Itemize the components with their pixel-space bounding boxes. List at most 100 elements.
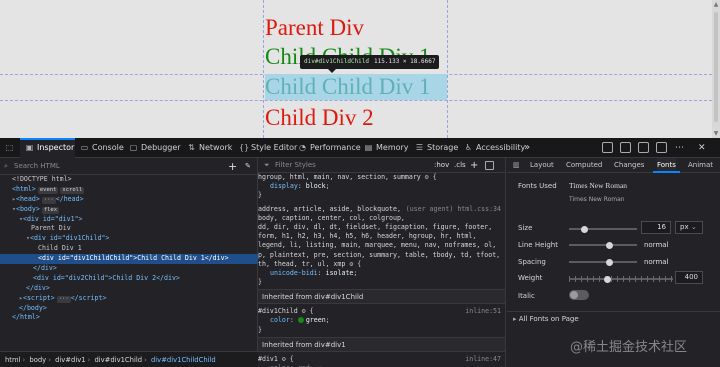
- inherited-header: Inherited from div#div1Child: [258, 289, 505, 305]
- scroll-up-icon[interactable]: ▲: [713, 1, 719, 8]
- tab-storage[interactable]: ☰ Storage: [415, 138, 458, 158]
- tab-computed[interactable]: Computed: [566, 158, 602, 173]
- tree-node-close-body[interactable]: </body>: [0, 304, 258, 314]
- flex-badge[interactable]: flex: [41, 206, 60, 214]
- filter-styles-input[interactable]: Filter Styles: [275, 158, 316, 173]
- add-rule-button[interactable]: +: [470, 158, 478, 173]
- scroll-badge[interactable]: scroll: [60, 186, 85, 194]
- chevron-down-icon: ⌄: [690, 223, 697, 231]
- tree-node-div1[interactable]: ▾<div id="div1">: [0, 215, 258, 225]
- tab-animations[interactable]: Animat: [688, 158, 713, 173]
- gear-icon[interactable]: ⚙: [302, 307, 306, 315]
- spacing-slider[interactable]: [569, 258, 637, 266]
- tree-node-close-html[interactable]: </html>: [0, 313, 258, 323]
- declaration[interactable]: unicode-bidi: isolate;: [258, 269, 505, 278]
- breadcrumb-item[interactable]: body: [29, 356, 46, 364]
- line-height-label: Line Height: [518, 241, 558, 249]
- options-menu-button[interactable]: ⋯: [675, 138, 684, 158]
- tab-accessibility[interactable]: ♿ Accessibility: [464, 138, 525, 158]
- responsive-mode-icon[interactable]: [602, 142, 613, 153]
- search-html-input[interactable]: Search HTML: [14, 158, 60, 175]
- tree-node-div2child[interactable]: <div id="div2Child">Child Div 2</div>: [0, 274, 258, 284]
- element-picker-button[interactable]: ⬚: [5, 138, 17, 158]
- breadcrumb-item-current[interactable]: div#div1ChildChild: [151, 356, 216, 364]
- line-height-slider[interactable]: [569, 241, 637, 249]
- rule-selector: body, caption, center, col, colgroup,: [258, 213, 405, 222]
- rule-source-link[interactable]: inline:47: [465, 355, 501, 364]
- tab-layout[interactable]: Layout: [530, 158, 554, 173]
- tree-node-script[interactable]: ▸<script> ··· </script>: [0, 294, 258, 304]
- gear-icon[interactable]: ⚙: [349, 260, 353, 268]
- size-slider[interactable]: [569, 225, 637, 233]
- tree-text-node[interactable]: Child Div 1: [0, 244, 258, 254]
- performance-icon: ◔: [299, 143, 306, 152]
- declaration[interactable]: color: green;: [258, 316, 505, 325]
- inspector-icon: ▣: [25, 143, 34, 152]
- tab-style-editor[interactable]: {} Style Editor: [239, 138, 297, 158]
- weight-slider[interactable]: [569, 275, 673, 283]
- size-input[interactable]: 16: [641, 221, 671, 234]
- search-icon: ⌕: [4, 162, 8, 170]
- tree-text-node[interactable]: Parent Div: [0, 224, 258, 234]
- font-source-name: Times New Roman: [569, 196, 625, 203]
- slider-knob[interactable]: [606, 258, 613, 266]
- slider-knob[interactable]: [606, 241, 613, 249]
- tab-fonts[interactable]: Fonts: [653, 158, 680, 173]
- dock-icon[interactable]: [656, 142, 667, 153]
- hover-state-button[interactable]: :hov: [434, 158, 449, 173]
- tree-node-doctype[interactable]: <!DOCTYPE html>: [0, 175, 258, 185]
- tree-node-div1childchild-selected[interactable]: <div id="div1ChildChild">Child Child Div…: [0, 254, 258, 265]
- gear-icon[interactable]: ⚙: [282, 355, 286, 363]
- tab-label: Accessibility: [476, 143, 526, 152]
- settings-icon[interactable]: [638, 142, 649, 153]
- eyedropper-icon[interactable]: ✎: [245, 158, 251, 175]
- close-devtools-button[interactable]: ✕: [698, 138, 706, 158]
- tab-label: Storage: [427, 143, 459, 152]
- slider-knob[interactable]: [604, 275, 611, 283]
- add-node-button[interactable]: +: [228, 158, 237, 175]
- declaration[interactable]: display: block;: [258, 182, 505, 191]
- accessibility-icon: ♿: [464, 143, 473, 152]
- more-tools-button[interactable]: »: [524, 138, 530, 158]
- tab-label: Style Editor: [251, 143, 298, 152]
- all-fonts-section[interactable]: ▸ All Fonts on Page: [507, 311, 720, 325]
- guide-line-vertical: [263, 0, 264, 138]
- screenshot-icon[interactable]: [620, 142, 631, 153]
- tree-node-close-div[interactable]: </div>: [0, 284, 258, 294]
- scroll-thumb[interactable]: [714, 12, 718, 122]
- tab-changes[interactable]: Changes: [614, 158, 644, 173]
- tree-node-div1child[interactable]: ▾<div id="div1Child">: [0, 234, 258, 244]
- print-simulation-icon[interactable]: [485, 161, 494, 170]
- scroll-down-icon[interactable]: ▼: [713, 130, 719, 137]
- tab-label: Console: [92, 143, 124, 152]
- tab-debugger[interactable]: ▢ Debugger: [129, 138, 181, 158]
- color-swatch[interactable]: [297, 317, 304, 324]
- breadcrumb: html › body › div#div1 › div#div1Child › div…: [0, 351, 258, 367]
- tab-performance[interactable]: ◔ Performance: [298, 138, 361, 158]
- tree-node-close-div[interactable]: </div>: [0, 264, 258, 274]
- rule-source-link[interactable]: (user agent) html.css:34: [406, 205, 501, 214]
- breadcrumb-item[interactable]: html: [5, 356, 20, 364]
- rule-source-link[interactable]: inline:51: [465, 307, 501, 316]
- page-scrollbar[interactable]: ▲ ▼: [712, 0, 720, 138]
- guide-line-vertical: [447, 0, 448, 138]
- tab-memory[interactable]: ▤ Memory: [364, 138, 409, 158]
- tree-node-body[interactable]: ▾<body> flex: [0, 205, 258, 215]
- tab-console[interactable]: ▭ Console: [80, 138, 124, 158]
- slider-knob[interactable]: [581, 225, 588, 233]
- size-unit-select[interactable]: px ⌄: [675, 221, 703, 234]
- tab-network[interactable]: ⇅ Network: [187, 138, 232, 158]
- italic-toggle[interactable]: [569, 290, 589, 300]
- rule-selector: form, h1, h2, h3, h4, h5, h6, header, hg…: [258, 232, 477, 241]
- breadcrumb-item[interactable]: div#div1Child: [94, 356, 142, 364]
- tab-inspector[interactable]: ▣ Inspector: [20, 138, 75, 158]
- event-badge[interactable]: event: [37, 186, 59, 194]
- class-toggle-button[interactable]: .cls: [454, 158, 466, 173]
- toggle-pane-icon[interactable]: ▥: [513, 158, 520, 173]
- tree-node-head[interactable]: ▸<head> ··· </head>: [0, 195, 258, 205]
- weight-input[interactable]: 400: [675, 271, 703, 284]
- breadcrumb-item[interactable]: div#div1: [55, 356, 85, 364]
- watermark: @稀土掘金技术社区: [570, 340, 688, 355]
- gear-icon[interactable]: ⚙: [425, 173, 429, 181]
- tree-node-html[interactable]: <html> event scroll: [0, 185, 258, 195]
